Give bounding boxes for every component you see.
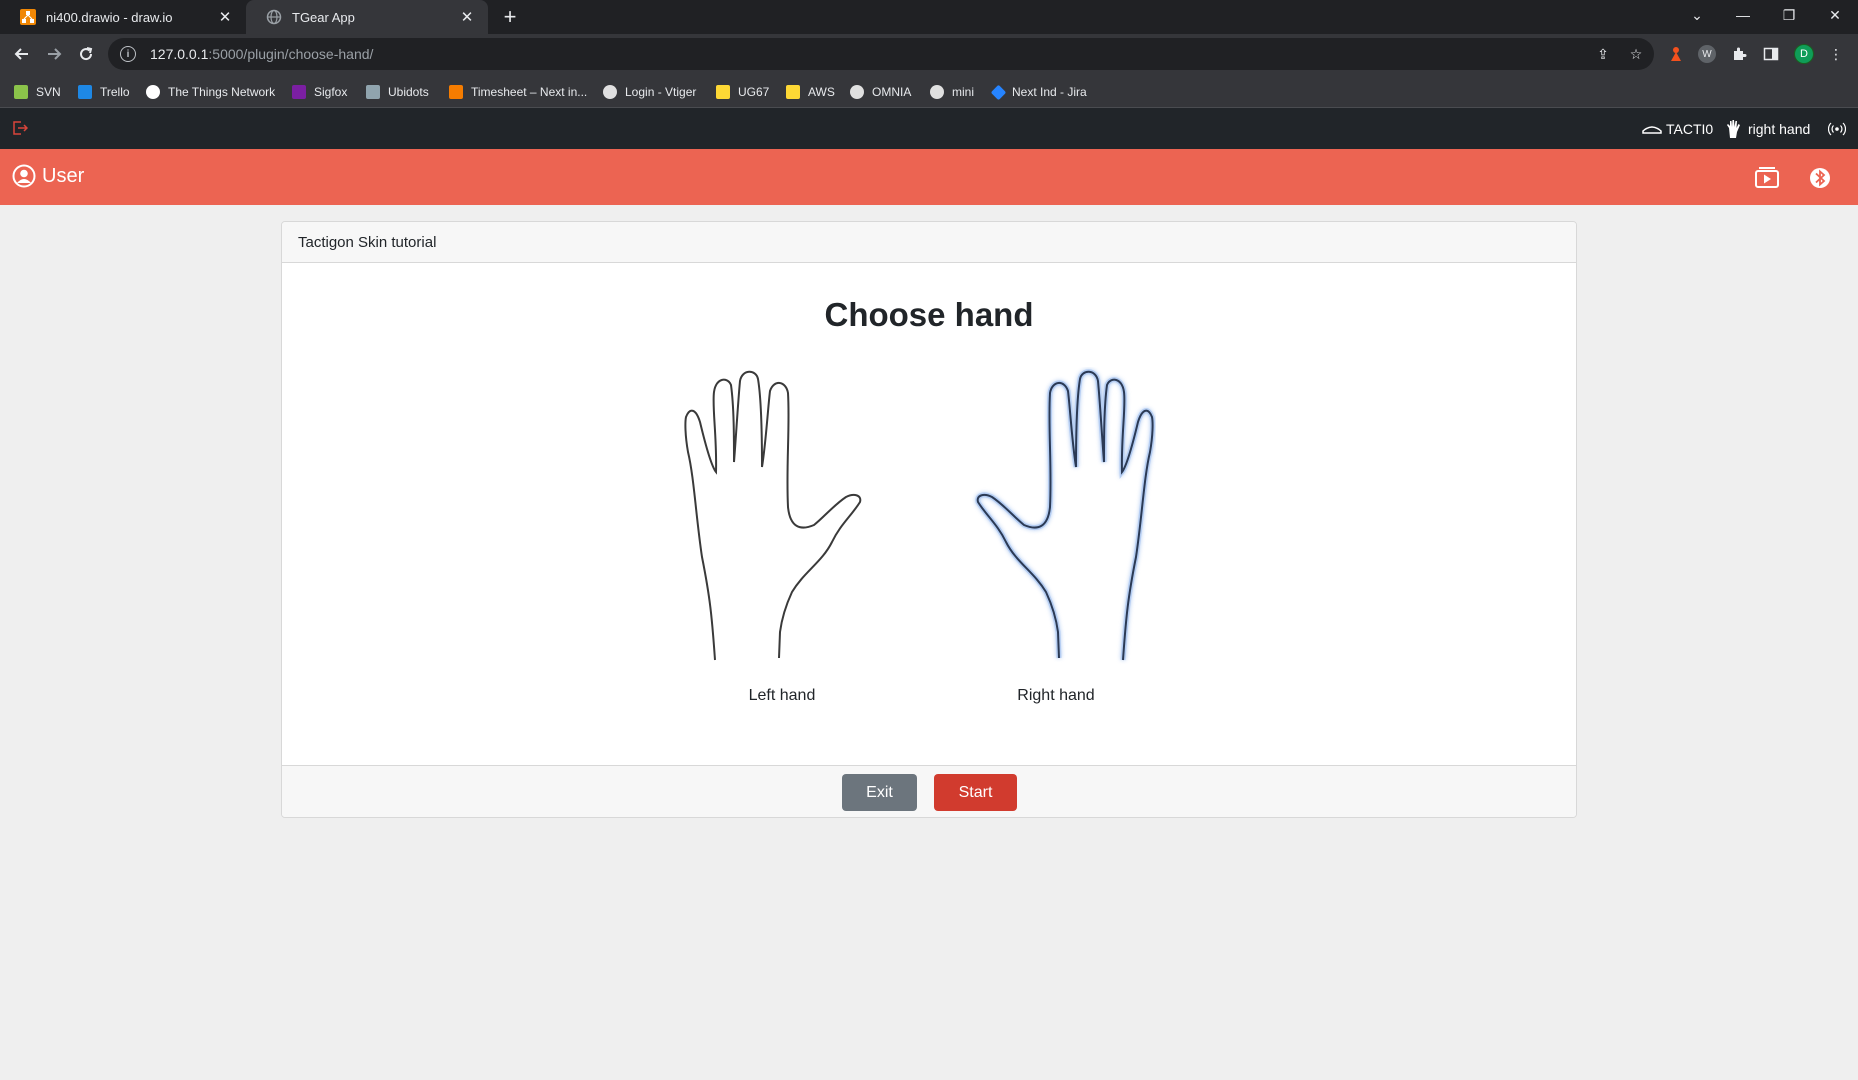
- folder-icon: [786, 85, 800, 99]
- folder-icon: [716, 85, 730, 99]
- close-tab-icon[interactable]: ✕: [458, 8, 476, 26]
- app-header: User: [0, 149, 1858, 205]
- bookmark-star-icon[interactable]: ☆: [1626, 44, 1646, 64]
- restore-icon[interactable]: ❐: [1766, 0, 1812, 30]
- hand-icon: [1727, 120, 1740, 138]
- globe-icon: [850, 85, 864, 99]
- left-hand-icon: [684, 370, 862, 661]
- extension-icon[interactable]: [1666, 44, 1686, 64]
- logout-icon[interactable]: [12, 121, 29, 135]
- bookmark-aws[interactable]: AWS: [786, 83, 835, 101]
- card-header: Tactigon Skin tutorial: [282, 222, 1576, 263]
- bluetooth-icon[interactable]: [1810, 165, 1836, 189]
- page-title: Choose hand: [824, 296, 1034, 333]
- minimize-icon[interactable]: —: [1720, 0, 1766, 30]
- puzzle-icon[interactable]: [1729, 44, 1749, 64]
- browser-toolbar: i 127.0.0.1:5000/plugin/choose-hand/ ⇪ ☆…: [0, 34, 1858, 74]
- bookmark-ug67[interactable]: UG67: [716, 83, 769, 101]
- site-info-icon[interactable]: i: [120, 46, 136, 62]
- close-tab-icon[interactable]: ✕: [216, 8, 234, 26]
- sidepanel-icon[interactable]: [1761, 44, 1781, 64]
- address-bar[interactable]: i 127.0.0.1:5000/plugin/choose-hand/: [108, 38, 1654, 70]
- bookmark-trello[interactable]: Trello: [78, 83, 130, 101]
- svn-icon: [14, 85, 28, 99]
- bookmarks-bar: SVN Trello The Things Network Sigfox Ubi…: [0, 74, 1858, 108]
- timesheet-icon: [449, 85, 463, 99]
- card-footer: Exit Start: [282, 765, 1576, 817]
- device-name: TACTI0: [1666, 121, 1714, 137]
- sigfox-icon: [292, 85, 306, 99]
- right-hand-icon: [975, 369, 1156, 661]
- tab-title: ni400.drawio - draw.io: [46, 9, 173, 25]
- user-label: User: [42, 164, 85, 187]
- exit-button[interactable]: Exit: [842, 774, 917, 811]
- bookmark-vtiger[interactable]: Login - Vtiger: [603, 83, 696, 101]
- bookmark-jira[interactable]: Next Ind - Jira: [990, 83, 1087, 101]
- close-window-icon[interactable]: ✕: [1812, 0, 1858, 30]
- start-button[interactable]: Start: [934, 774, 1017, 811]
- bookmark-omnia[interactable]: OMNIA: [850, 83, 911, 101]
- app-topbar: TACTI0 right hand: [0, 108, 1858, 149]
- right-hand-option[interactable]: [956, 367, 1156, 672]
- media-player-icon[interactable]: [1754, 165, 1780, 189]
- globe-icon: [930, 85, 944, 99]
- card-body: Choose hand Left hand Right hand: [282, 263, 1576, 765]
- tutorial-card: Tactigon Skin tutorial Choose hand Left …: [281, 221, 1577, 818]
- device-status: TACTI0: [1642, 119, 1713, 139]
- ttn-icon: [146, 85, 160, 99]
- hand-status: right hand: [1726, 119, 1810, 139]
- share-icon[interactable]: ⇪: [1593, 44, 1613, 64]
- right-hand-label[interactable]: Right hand: [986, 687, 1126, 705]
- bookmark-ubidots[interactable]: Ubidots: [366, 83, 429, 101]
- device-icon: [1642, 126, 1662, 134]
- bookmark-mini[interactable]: mini: [930, 83, 974, 101]
- tab-drawio[interactable]: ni400.drawio - draw.io ✕: [0, 0, 246, 34]
- hand-name: right hand: [1748, 121, 1811, 137]
- bookmark-ttn[interactable]: The Things Network: [146, 83, 275, 101]
- bookmark-timesheet[interactable]: Timesheet – Next in...: [449, 83, 587, 101]
- url-host: 127.0.0.1: [150, 46, 209, 62]
- bookmark-svn[interactable]: SVN: [14, 83, 61, 101]
- globe-icon: [603, 85, 617, 99]
- ubidots-icon: [366, 85, 380, 99]
- trello-icon: [78, 85, 92, 99]
- reload-icon[interactable]: [72, 40, 100, 68]
- jira-icon: [990, 84, 1007, 100]
- tab-tgear[interactable]: TGear App ✕: [246, 0, 488, 34]
- left-hand-option[interactable]: [682, 367, 882, 672]
- bookmark-sigfox[interactable]: Sigfox: [292, 83, 347, 101]
- forward-icon[interactable]: [40, 40, 68, 68]
- browser-tabstrip: ni400.drawio - draw.io ✕ TGear App ✕ + ⌄…: [0, 0, 1858, 34]
- globe-icon: [266, 9, 282, 25]
- menu-kebab-icon[interactable]: ⋮: [1826, 44, 1846, 64]
- extension-w-icon[interactable]: W: [1697, 44, 1717, 64]
- tab-search-icon[interactable]: ⌄: [1674, 0, 1720, 30]
- user-menu[interactable]: User: [12, 164, 84, 188]
- tab-title: TGear App: [292, 9, 355, 25]
- left-hand-label[interactable]: Left hand: [712, 687, 852, 705]
- back-icon[interactable]: [8, 40, 36, 68]
- drawio-icon: [20, 9, 36, 25]
- url-path: :5000/plugin/choose-hand/: [208, 46, 374, 62]
- new-tab-button[interactable]: +: [498, 4, 522, 29]
- broadcast-icon[interactable]: [1828, 119, 1846, 139]
- profile-avatar[interactable]: D: [1794, 44, 1814, 64]
- user-icon: [12, 164, 36, 188]
